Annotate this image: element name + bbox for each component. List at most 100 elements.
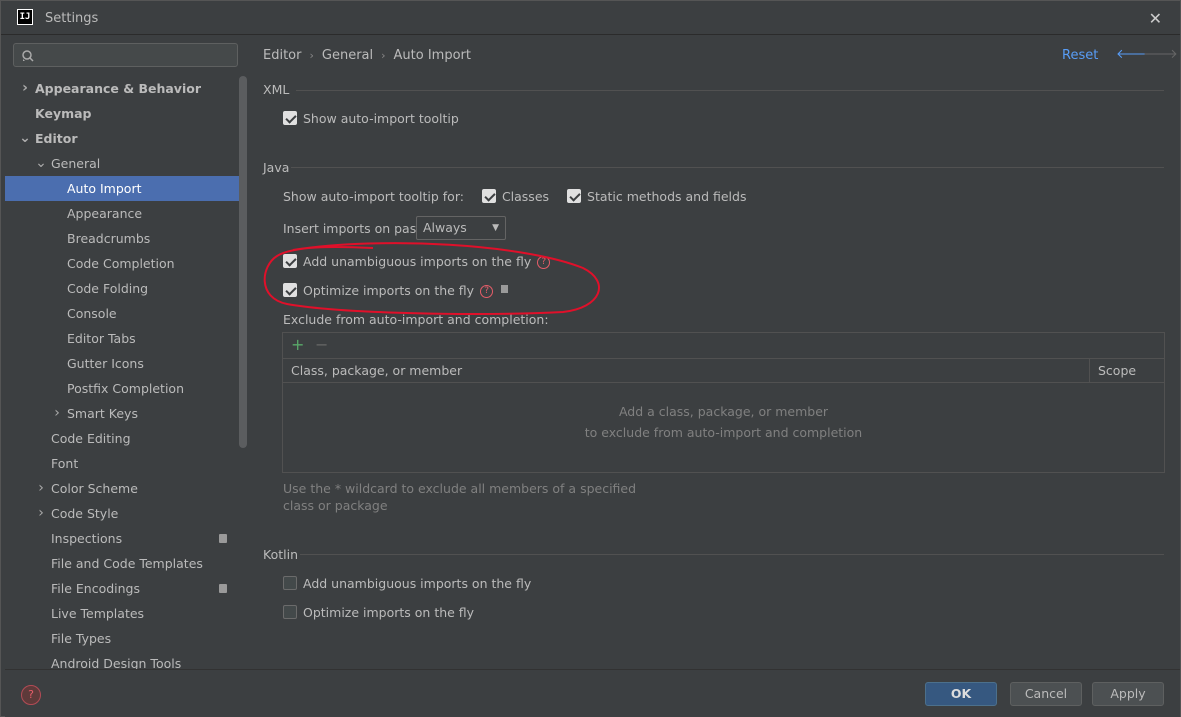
sidebar-item-label: Code Style <box>51 506 119 521</box>
sidebar-item-label: Postfix Completion <box>67 381 184 396</box>
close-icon[interactable]: ✕ <box>1149 9 1162 28</box>
sidebar-item-editor-tabs[interactable]: Editor Tabs <box>5 326 241 351</box>
sidebar-item-label: File Types <box>51 631 112 646</box>
java-add-unambiguous-row[interactable]: Add unambiguous imports on the fly? <box>283 254 551 269</box>
column-header-class[interactable]: Class, package, or member <box>291 363 462 378</box>
table-header: Class, package, or member Scope <box>283 359 1164 383</box>
static-methods-checkbox[interactable] <box>567 189 582 203</box>
help-icon[interactable]: ? <box>480 285 494 298</box>
ok-button[interactable]: OK <box>925 682 997 706</box>
chevron-right-icon: › <box>381 49 386 62</box>
kotlin-optimize-checkbox[interactable] <box>283 605 297 619</box>
section-divider <box>291 167 1164 168</box>
chevron-right-icon[interactable]: › <box>19 76 31 101</box>
sidebar-item-appearance-behavior[interactable]: › Appearance & Behavior <box>5 76 241 101</box>
sidebar-item-label: Keymap <box>35 106 92 121</box>
sidebar-item-label: Breadcrumbs <box>67 231 151 246</box>
sidebar-item-gutter-icons[interactable]: Gutter Icons <box>5 351 241 376</box>
kotlin-optimize-label: Optimize imports on the fly <box>303 605 475 620</box>
add-icon[interactable]: + <box>291 335 304 354</box>
sidebar-item-label: Code Editing <box>51 431 131 446</box>
sidebar-item-file-and-code-templates[interactable]: File and Code Templates <box>5 551 241 576</box>
column-header-scope[interactable]: Scope <box>1089 359 1166 383</box>
chevron-down-icon[interactable]: ⌄ <box>35 151 47 176</box>
classes-checkbox[interactable] <box>481 189 496 203</box>
table-empty-text: Add a class, package, or member to exclu… <box>283 385 1164 473</box>
breadcrumb-editor[interactable]: Editor <box>263 48 301 63</box>
sidebar-item-label: Console <box>67 306 117 321</box>
sidebar-item-appearance[interactable]: Appearance <box>5 201 241 226</box>
intellij-app-icon: IJ <box>17 9 33 25</box>
project-scope-icon <box>219 534 227 543</box>
sidebar-item-label: Editor <box>35 131 78 146</box>
java-add-unambiguous-checkbox[interactable] <box>283 254 297 268</box>
empty-line-2: to exclude from auto-import and completi… <box>584 425 863 440</box>
settings-sidebar: › Appearance & Behavior Keymap ⌄ Editor ⌄ Gene… <box>5 36 247 669</box>
help-icon[interactable]: ? <box>21 685 41 705</box>
chevron-right-icon[interactable]: › <box>35 476 47 501</box>
breadcrumb-general[interactable]: General <box>322 48 373 63</box>
breadcrumb: Editor › General › Auto Import <box>263 48 471 63</box>
cancel-button[interactable]: Cancel <box>1010 682 1082 706</box>
classes-label: Classes <box>501 189 550 204</box>
chevron-right-icon: › <box>309 49 314 62</box>
apply-button[interactable]: Apply <box>1092 682 1164 706</box>
sidebar-item-label: Android Design Tools <box>51 656 182 669</box>
sidebar-item-editor[interactable]: ⌄ Editor <box>5 126 241 151</box>
sidebar-item-color-scheme[interactable]: › Color Scheme <box>5 476 241 501</box>
sidebar-item-code-style[interactable]: › Code Style <box>5 501 241 526</box>
sidebar-item-file-encodings[interactable]: File Encodings <box>5 576 241 601</box>
xml-show-tooltip-row[interactable]: Show auto-import tooltip <box>283 111 459 126</box>
sidebar-item-font[interactable]: Font <box>5 451 241 476</box>
title-bar: IJ Settings ✕ <box>1 1 1180 35</box>
sidebar-item-code-editing[interactable]: Code Editing <box>5 426 241 451</box>
sidebar-item-postfix-completion[interactable]: Postfix Completion <box>5 376 241 401</box>
insert-imports-dropdown[interactable]: Always ▼ <box>416 216 506 240</box>
main-panel: Editor › General › Auto Import Reset 🡐 🡒 XML… <box>248 36 1180 669</box>
sidebar-item-label: Font <box>51 456 79 471</box>
sidebar-item-breadcrumbs[interactable]: Breadcrumbs <box>5 226 241 251</box>
sidebar-item-code-completion[interactable]: Code Completion <box>5 251 241 276</box>
sidebar-item-keymap[interactable]: Keymap <box>5 101 241 126</box>
java-tooltip-for-row: Show auto-import tooltip for: Classes St… <box>283 189 746 204</box>
java-optimize-checkbox[interactable] <box>283 283 297 297</box>
kotlin-add-unambiguous-row[interactable]: Add unambiguous imports on the fly <box>283 576 531 591</box>
sidebar-item-label: File and Code Templates <box>51 556 203 571</box>
search-input[interactable] <box>13 43 238 67</box>
sidebar-item-general[interactable]: ⌄ General <box>5 151 241 176</box>
chevron-down-icon[interactable]: ⌄ <box>19 126 31 151</box>
sidebar-scrollbar[interactable] <box>239 76 247 448</box>
kotlin-add-unambiguous-label: Add unambiguous imports on the fly <box>303 576 532 591</box>
sidebar-item-label: General <box>51 156 101 171</box>
sidebar-item-android-design-tools[interactable]: Android Design Tools <box>5 651 241 669</box>
exclude-label: Exclude from auto-import and completion: <box>283 312 549 327</box>
xml-show-tooltip-checkbox[interactable] <box>283 111 297 125</box>
static-methods-label: Static methods and fields <box>587 189 747 204</box>
sidebar-item-label: Appearance <box>67 206 143 221</box>
sidebar-item-console[interactable]: Console <box>5 301 241 326</box>
sidebar-item-label: Code Completion <box>67 256 175 271</box>
chevron-right-icon[interactable]: › <box>35 501 47 526</box>
sidebar-item-label: Color Scheme <box>51 481 138 496</box>
java-optimize-row[interactable]: Optimize imports on the fly? <box>283 283 509 298</box>
help-icon[interactable]: ? <box>537 256 551 269</box>
chevron-right-icon[interactable]: › <box>51 401 63 426</box>
sidebar-item-auto-import[interactable]: Auto Import <box>5 176 241 201</box>
kotlin-add-unambiguous-checkbox[interactable] <box>283 576 297 590</box>
sidebar-item-code-folding[interactable]: Code Folding <box>5 276 241 301</box>
table-toolbar: + − <box>283 333 1164 359</box>
sidebar-item-label: Appearance & Behavior <box>35 81 201 96</box>
sidebar-item-label: Smart Keys <box>67 406 138 421</box>
sidebar-item-file-types[interactable]: File Types <box>5 626 241 651</box>
project-scope-icon <box>501 285 509 293</box>
sidebar-item-inspections[interactable]: Inspections <box>5 526 241 551</box>
sidebar-item-live-templates[interactable]: Live Templates <box>5 601 241 626</box>
dropdown-arrow-icon: ▼ <box>492 223 499 233</box>
kotlin-optimize-row[interactable]: Optimize imports on the fly <box>283 605 474 620</box>
section-divider <box>296 90 1164 91</box>
tooltip-for-label: Show auto-import tooltip for: <box>283 189 464 204</box>
sidebar-item-smart-keys[interactable]: › Smart Keys <box>5 401 241 426</box>
sidebar-item-label: Gutter Icons <box>67 356 144 371</box>
reset-link[interactable]: Reset <box>1062 48 1098 63</box>
section-java-title: Java <box>263 160 290 175</box>
